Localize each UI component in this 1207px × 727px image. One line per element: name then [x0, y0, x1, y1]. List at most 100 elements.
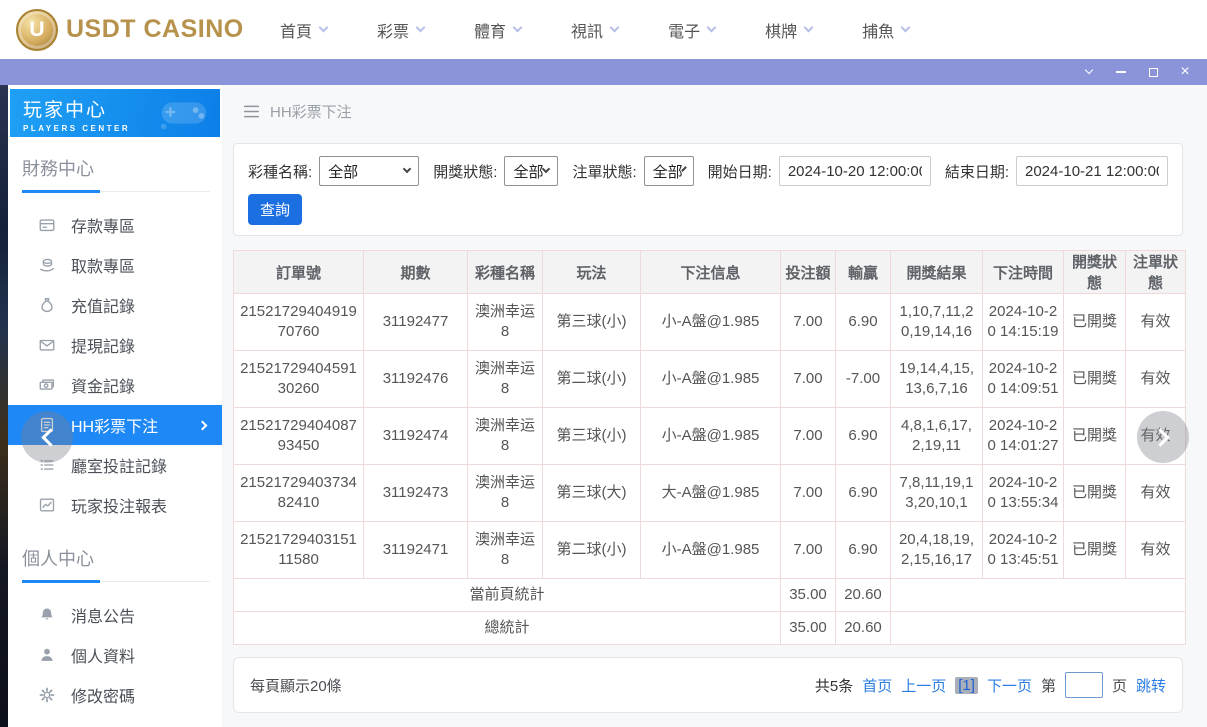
sidebar-header: 玩家中心 PLAYERS CENTER	[10, 89, 220, 137]
summary-row: 當前頁統計35.0020.60	[234, 579, 1186, 612]
summary-label: 總統計	[234, 612, 781, 645]
table-cell: -7.00	[836, 351, 891, 408]
chevron-down-icon	[610, 23, 620, 33]
order-status-select[interactable]: 全部	[644, 156, 694, 186]
page-jump-input[interactable]	[1065, 672, 1103, 698]
sidebar-item-withdraw-record[interactable]: 提現記錄	[8, 325, 222, 365]
pagination-panel: 每頁顯示20條 共5条 首页 上一页 [1] 下一页 第 页 跳转	[233, 657, 1183, 713]
table-cell: 第二球(小)	[543, 522, 641, 579]
table-cell: 31192476	[364, 351, 468, 408]
nav-item-label: 視訊	[571, 18, 603, 42]
sidebar-item-label: 玩家投注報表	[71, 493, 167, 517]
sidebar-item-bell[interactable]: 消息公告	[8, 595, 222, 635]
nav-item-home[interactable]: 首頁	[280, 18, 327, 42]
next-page-link[interactable]: 下一页	[987, 675, 1032, 696]
nav-item-label: 體育	[474, 18, 506, 42]
table-cell: 7.00	[781, 408, 836, 465]
table-cell: 7.00	[781, 465, 836, 522]
page-title: HH彩票下注	[270, 101, 352, 122]
nav-item-sports[interactable]: 體育	[474, 18, 521, 42]
section-title: 個人中心	[22, 545, 222, 571]
window-expand-button[interactable]	[1073, 59, 1105, 85]
table-row: 215217294045913026031192476澳洲幸运8第二球(小)小-…	[234, 351, 1186, 408]
table-cell: 澳洲幸运8	[468, 408, 543, 465]
sidebar-item-deposit[interactable]: 存款專區	[8, 205, 222, 245]
sidebar-item-person[interactable]: 個人資料	[8, 635, 222, 675]
table-cell: 已開獎	[1064, 351, 1126, 408]
table-cell: 已開獎	[1064, 408, 1126, 465]
nav-item-slots[interactable]: 電子	[668, 18, 715, 42]
table-cell: 4,8,1,6,17,2,19,11	[891, 408, 983, 465]
table-cell: 有效	[1126, 294, 1186, 351]
sidebar-item-recharge-record[interactable]: 充值記錄	[8, 285, 222, 325]
app-window: U USDT CASINO 首頁彩票體育視訊電子棋牌捕魚 × 玩家中心 PLAY…	[0, 0, 1207, 727]
summary-winloss-total: 20.60	[836, 579, 891, 612]
selected-value: 全部	[513, 161, 543, 182]
table-cell: 31192474	[364, 408, 468, 465]
table-cell: 有效	[1126, 465, 1186, 522]
sidebar-item-funds-record[interactable]: 資金記錄	[8, 365, 222, 405]
breadcrumb: HH彩票下注	[222, 85, 1207, 137]
table-header-row: 訂單號期數彩種名稱玩法下注信息投注額輸贏開獎結果下注時間開獎狀態注單狀態	[234, 251, 1186, 294]
summary-bet-total: 35.00	[781, 612, 836, 645]
sidebar-item-withdraw[interactable]: 取款專區	[8, 245, 222, 285]
start-date-input[interactable]	[779, 156, 931, 186]
window-maximize-button[interactable]	[1137, 59, 1169, 85]
table-cell: 小-A盤@1.985	[641, 294, 781, 351]
table-cell: 31192471	[364, 522, 468, 579]
column-header: 開獎結果	[891, 251, 983, 294]
summary-row: 總統計35.0020.60	[234, 612, 1186, 645]
nav-item-live-video[interactable]: 視訊	[571, 18, 618, 42]
table-cell: 已開獎	[1064, 522, 1126, 579]
sidebar-item-bet-report[interactable]: 玩家投注報表	[8, 485, 222, 525]
top-navigation-bar: U USDT CASINO 首頁彩票體育視訊電子棋牌捕魚	[0, 0, 1207, 59]
end-date-input[interactable]	[1016, 156, 1168, 186]
table-cell: 2024-10-20 13:45:51	[983, 522, 1064, 579]
selected-value: 全部	[328, 161, 358, 182]
section-underline	[22, 191, 210, 192]
panel-expand-button[interactable]	[1137, 411, 1189, 463]
sidebar-menu: 存款專區取款專區充值記錄提現記錄資金記錄HH彩票下注廳室投註記錄玩家投注報表	[8, 196, 222, 527]
table-cell: 6.90	[836, 294, 891, 351]
nav-item-fishing[interactable]: 捕魚	[862, 18, 909, 42]
column-header: 下注時間	[983, 251, 1064, 294]
app-body: 玩家中心 PLAYERS CENTER 財務中心存款專區取款專區充值記錄提現記錄…	[0, 85, 1207, 727]
brand-coin-letter: U	[29, 18, 44, 42]
table-cell: 31192473	[364, 465, 468, 522]
bet-records-table: 訂單號期數彩種名稱玩法下注信息投注額輸贏開獎結果下注時間開獎狀態注單狀態 2152…	[233, 250, 1186, 645]
prev-page-link[interactable]: 上一页	[901, 675, 946, 696]
nav-item-label: 捕魚	[862, 18, 894, 42]
chevron-right-icon	[198, 420, 208, 430]
nav-item-card-games[interactable]: 棋牌	[765, 18, 812, 42]
table-cell: 第三球(大)	[543, 465, 641, 522]
sidebar-item-gear[interactable]: 修改密碼	[8, 675, 222, 715]
jump-button[interactable]: 跳转	[1136, 675, 1166, 696]
bell-icon	[38, 606, 56, 624]
column-header: 玩法	[543, 251, 641, 294]
table-row: 215217294031511158031192471澳洲幸运8第二球(小)小-…	[234, 522, 1186, 579]
first-page-link[interactable]: 首页	[862, 675, 892, 696]
sidebar-collapse-button[interactable]	[21, 411, 73, 463]
chevron-down-icon	[416, 23, 426, 33]
selected-value: 全部	[653, 161, 683, 182]
chevron-down-icon	[1085, 66, 1093, 74]
table-cell: 2024-10-20 14:01:27	[983, 408, 1064, 465]
table-row: 215217294040879345031192474澳洲幸运8第三球(小)小-…	[234, 408, 1186, 465]
search-button[interactable]: 查詢	[248, 194, 302, 225]
main-nav: 首頁 彩票 體育 視訊 電子 棋牌 捕魚	[280, 18, 909, 42]
total-count: 共5条	[815, 675, 853, 696]
menu-icon	[243, 104, 260, 119]
window-minimize-button[interactable]	[1105, 59, 1137, 85]
draw-status-select[interactable]: 全部	[504, 156, 558, 186]
table-cell: 2024-10-20 14:09:51	[983, 351, 1064, 408]
pagination-controls: 共5条 首页 上一页 [1] 下一页 第 页 跳转	[815, 672, 1166, 698]
nav-item-lottery[interactable]: 彩票	[377, 18, 424, 42]
table-cell: 大-A盤@1.985	[641, 465, 781, 522]
sidebar-item-label: 充值記錄	[71, 293, 135, 317]
lottery-name-select[interactable]: 全部	[319, 156, 419, 186]
sidebar-item-label: 廳室投註記錄	[71, 453, 167, 477]
column-header: 開獎狀態	[1064, 251, 1126, 294]
window-titlebar: ×	[0, 59, 1207, 85]
window-close-button[interactable]: ×	[1169, 59, 1201, 85]
table-cell: 2152172940408793450	[234, 408, 364, 465]
